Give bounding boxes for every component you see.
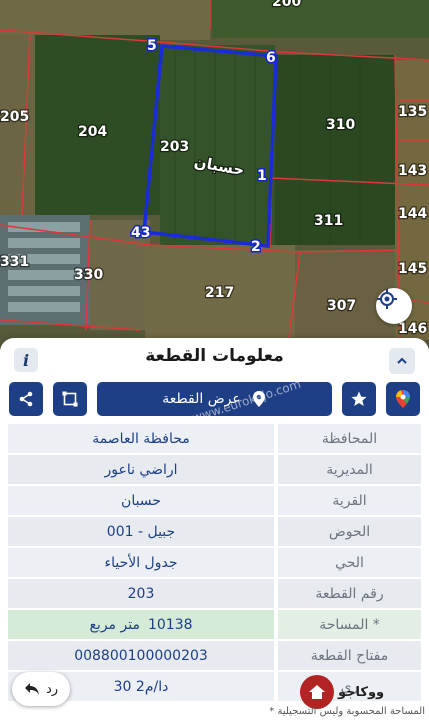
row-neighborhood: جدول الأحياء الحي <box>8 548 421 579</box>
vertex-label: 6 <box>266 50 276 66</box>
area-value: متر مربع 10138 <box>8 610 274 639</box>
plot-key-label: مفتاح القطعة <box>278 641 421 670</box>
village-value: حسبان <box>8 486 274 515</box>
parcel-label: 203 <box>160 139 189 155</box>
parcel-label: 311 <box>314 213 343 229</box>
directorate-label: المديرية <box>278 455 421 484</box>
parcel-label: 310 <box>326 117 355 133</box>
parcel-label: 135 <box>398 104 427 120</box>
vertex-label: 2 <box>251 239 261 255</box>
brand-logo-icon <box>300 675 334 709</box>
row-plot-key: 008800100000203 مفتاح القطعة <box>8 641 421 672</box>
plot-info-panel: i معلومات القطعة عرض القطعة www.eurokajo… <box>0 338 429 720</box>
row-basin: جبيل - 001 الحوض <box>8 517 421 548</box>
brand-badge: ووكاجو <box>300 674 425 710</box>
area-unit: متر مربع <box>89 616 140 633</box>
brand-name: ووكاجو <box>338 684 385 700</box>
open-in-maps-button[interactable] <box>386 382 420 416</box>
panel-header: i معلومات القطعة <box>0 338 429 380</box>
favorite-button[interactable] <box>342 382 376 416</box>
parcel-label: 331 <box>0 254 29 270</box>
select-area-button[interactable] <box>53 382 87 416</box>
satellite-map[interactable]: 205 204 203 310 135 143 311 144 331 330 … <box>0 0 429 350</box>
basin-value: جبيل - 001 <box>8 517 274 546</box>
area-number: 10138 <box>147 616 193 633</box>
panel-title: معلومات القطعة <box>145 346 284 366</box>
governorate-value: محافظة العاصمة <box>8 424 274 453</box>
google-maps-pin-icon <box>396 390 410 408</box>
parcel-label: 143 <box>398 163 427 179</box>
collapse-button[interactable] <box>389 348 415 374</box>
area-label: المساحة * <box>278 610 421 639</box>
parcel-label: 204 <box>78 124 107 140</box>
parcel-label: 200 <box>272 0 301 10</box>
share-button[interactable] <box>9 382 43 416</box>
parcel-label: 144 <box>398 206 427 222</box>
vertex-label: 43 <box>131 225 150 241</box>
plot-key-value: 008800100000203 <box>8 641 274 670</box>
plot-number-value: 203 <box>8 579 274 608</box>
vertex-label: 1 <box>257 168 267 184</box>
row-plot-number: 203 رقم القطعة <box>8 579 421 610</box>
plot-info-table: محافظة العاصمة المحافظة اراضي ناعور المد… <box>8 424 421 703</box>
map-canvas: 205 204 203 310 135 143 311 144 331 330 … <box>0 0 429 350</box>
chevron-up-icon <box>397 357 407 364</box>
locate-me-button[interactable] <box>376 288 412 324</box>
village-label: القرية <box>278 486 421 515</box>
share-icon <box>19 391 33 407</box>
row-governorate: محافظة العاصمة المحافظة <box>8 424 421 455</box>
row-directorate: اراضي ناعور المديرية <box>8 455 421 486</box>
star-icon <box>351 391 367 406</box>
back-button[interactable]: رد <box>12 672 70 706</box>
parcel-label: 330 <box>74 267 103 283</box>
neighborhood-label: الحي <box>278 548 421 577</box>
back-label: رد <box>45 681 59 697</box>
neighborhood-value: جدول الأحياء <box>8 548 274 577</box>
row-area: متر مربع 10138 المساحة * <box>8 610 421 641</box>
area-footnote: * المساحة المحسوبة وليس التسجيلية <box>269 706 425 717</box>
directorate-value: اراضي ناعور <box>8 455 274 484</box>
parcel-label: 146 <box>398 321 427 337</box>
vertex-label: 5 <box>147 38 157 54</box>
row-village: حسبان القرية <box>8 486 421 517</box>
parcel-label: 307 <box>327 298 356 314</box>
crop-square-icon <box>62 391 78 407</box>
parcel-label: 205 <box>0 109 29 125</box>
governorate-label: المحافظة <box>278 424 421 453</box>
crosshair-icon <box>377 289 397 309</box>
plot-number-label: رقم القطعة <box>278 579 421 608</box>
basin-label: الحوض <box>278 517 421 546</box>
back-arrow-icon <box>24 683 39 695</box>
parcel-label: 217 <box>205 285 234 301</box>
parcel-label: 145 <box>398 261 427 277</box>
